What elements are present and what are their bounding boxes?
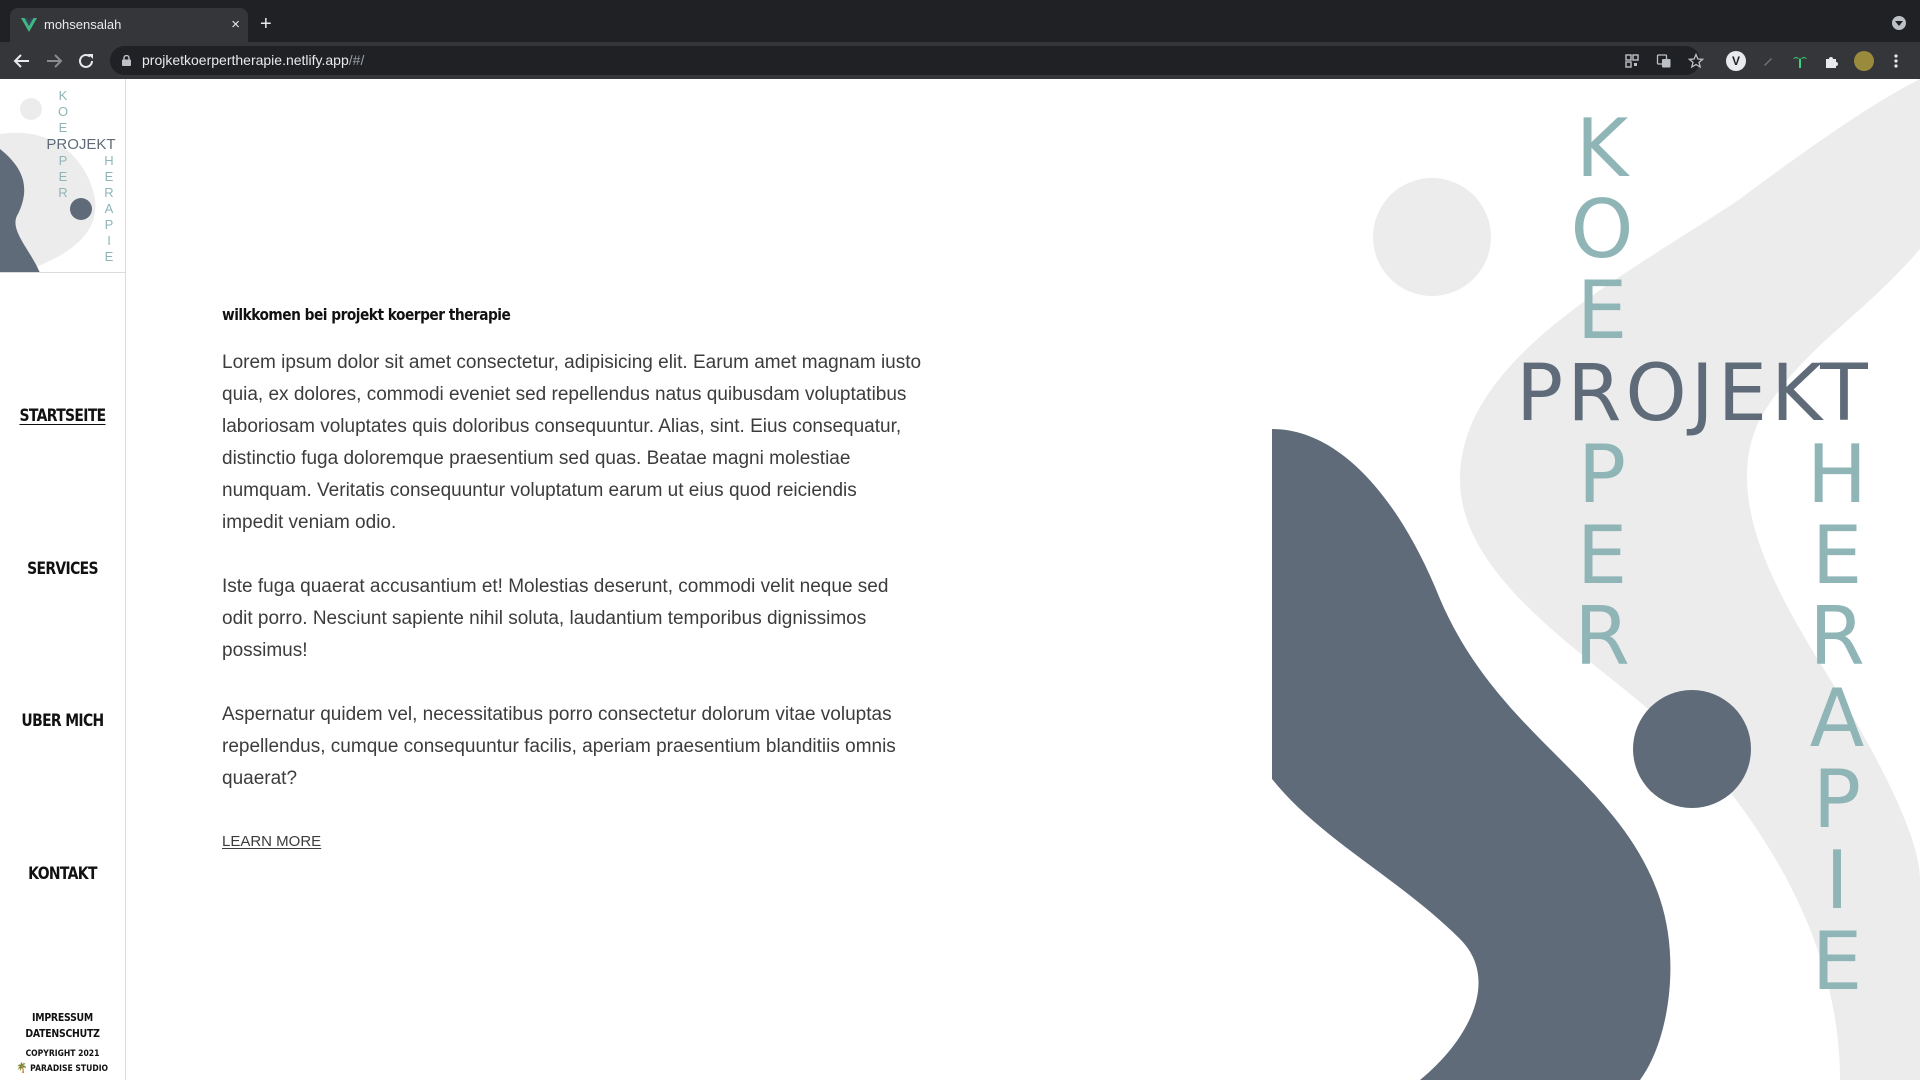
logo-letter: E — [59, 169, 68, 184]
hero-letter: E — [1577, 509, 1628, 602]
logo-letter: H — [104, 153, 113, 168]
site-logo[interactable]: K O E PROJEKT P E R H E R A P I E — [0, 79, 125, 273]
browser-tab[interactable]: mohsensalah × — [10, 8, 248, 42]
logo-letter: E — [105, 169, 114, 184]
address-bar[interactable]: projketkoerpertherapie.netlify.app/#/ — [110, 46, 1704, 75]
logo-word-projekt: PROJEKT — [46, 136, 115, 153]
nav-item-kontakt[interactable]: KONTAKT — [11, 864, 114, 884]
hero-letter: E — [1812, 509, 1863, 602]
logo-letter: R — [58, 185, 67, 200]
logo-letter: O — [58, 104, 68, 119]
tab-title: mohsensalah — [44, 17, 122, 32]
nav-item-startseite[interactable]: STARTSEITE — [11, 406, 114, 426]
studio-name: PARADISE STUDIO — [30, 1064, 109, 1074]
hero-letter: H — [1807, 428, 1867, 521]
studio-credit[interactable]: 🌴 PARADISE STUDIO — [9, 1063, 115, 1074]
kebab-menu-icon[interactable] — [1886, 51, 1906, 71]
browser-toolbar: projketkoerpertherapie.netlify.app/#/ V — [0, 42, 1920, 79]
logo-graphic: K O E PROJEKT P E R H E R A P I E — [0, 88, 116, 272]
nav-item-services[interactable]: SERVICES — [11, 559, 114, 579]
new-tab-button[interactable]: + — [260, 12, 272, 36]
pen-extension-icon[interactable] — [1758, 51, 1778, 71]
vuejs-devtools-extension-icon[interactable]: V — [1726, 51, 1746, 71]
nav-item-uber-mich[interactable]: UBER MICH — [11, 711, 114, 731]
logo-letter: P — [59, 153, 68, 168]
hero-letter: R — [1809, 590, 1865, 683]
intro-paragraph-2: Iste fuga quaerat accusantium et! Molest… — [222, 576, 889, 661]
qr-code-icon[interactable] — [1624, 53, 1640, 69]
translate-icon[interactable] — [1656, 53, 1672, 69]
palm-extension-icon[interactable] — [1790, 51, 1810, 71]
logo-letter: E — [105, 249, 114, 264]
hero-letter: I — [1825, 834, 1849, 927]
intro-paragraph-1: Lorem ipsum dolor sit amet consectetur, … — [222, 352, 922, 533]
forward-arrow-icon[interactable] — [42, 49, 66, 73]
logo-letter: E — [59, 120, 68, 135]
hero-letter: R — [1574, 590, 1630, 683]
browser-tabstrip: mohsensalah × + — [0, 0, 1920, 42]
website-viewport: K O E PROJEKT P E R H E R A P I E STARTS… — [0, 79, 1920, 1080]
logo-letter: K — [59, 88, 68, 103]
logo-letter: P — [105, 217, 114, 232]
hero-letter: E — [1577, 264, 1628, 357]
logo-letter: A — [105, 201, 114, 216]
welcome-heading: wilkkomen bei projekt koerper therapie — [222, 305, 511, 324]
impressum-link[interactable]: IMPRESSUM — [9, 1011, 115, 1024]
logo-letter: R — [104, 185, 113, 200]
reload-icon[interactable] — [74, 49, 98, 73]
hero-logo-graphic: K O E PROJEKT P E R H E R A P I E — [1200, 79, 1920, 1080]
hero-letter: P — [1813, 753, 1861, 846]
star-icon[interactable] — [1688, 53, 1704, 69]
tab-close-icon[interactable]: × — [231, 16, 240, 34]
hero-word-projekt: PROJEKT — [1516, 349, 1872, 439]
puzzle-extensions-icon[interactable] — [1822, 51, 1842, 71]
learn-more-link[interactable]: LEARN MORE — [222, 833, 321, 850]
url-text[interactable]: projketkoerpertherapie.netlify.app/#/ — [142, 52, 364, 69]
lock-icon[interactable] — [122, 55, 131, 66]
hero-letter: A — [1810, 672, 1865, 765]
logo-letter: I — [107, 233, 111, 248]
vue-favicon-icon — [21, 18, 37, 32]
profile-avatar[interactable] — [1854, 51, 1874, 71]
sidebar: K O E PROJEKT P E R H E R A P I E STARTS… — [0, 79, 126, 1080]
hero-light-circle — [1373, 178, 1491, 296]
back-arrow-icon[interactable] — [10, 49, 34, 73]
copyright-text: COPYRIGHT 2021 — [25, 1049, 100, 1059]
hero-letter: K — [1576, 102, 1631, 195]
tab-search-icon[interactable] — [1892, 16, 1906, 30]
palm-tree-icon: 🌴 — [16, 1063, 28, 1074]
hero-letter: E — [1812, 915, 1863, 1008]
hero-dark-circle — [1633, 690, 1751, 808]
datenschutz-link[interactable]: DATENSCHUTZ — [9, 1027, 115, 1040]
hero-letter: P — [1578, 428, 1626, 521]
hero-letter: O — [1571, 183, 1634, 276]
intro-paragraph-3: Aspernatur quidem vel, necessitatibus po… — [222, 704, 896, 789]
